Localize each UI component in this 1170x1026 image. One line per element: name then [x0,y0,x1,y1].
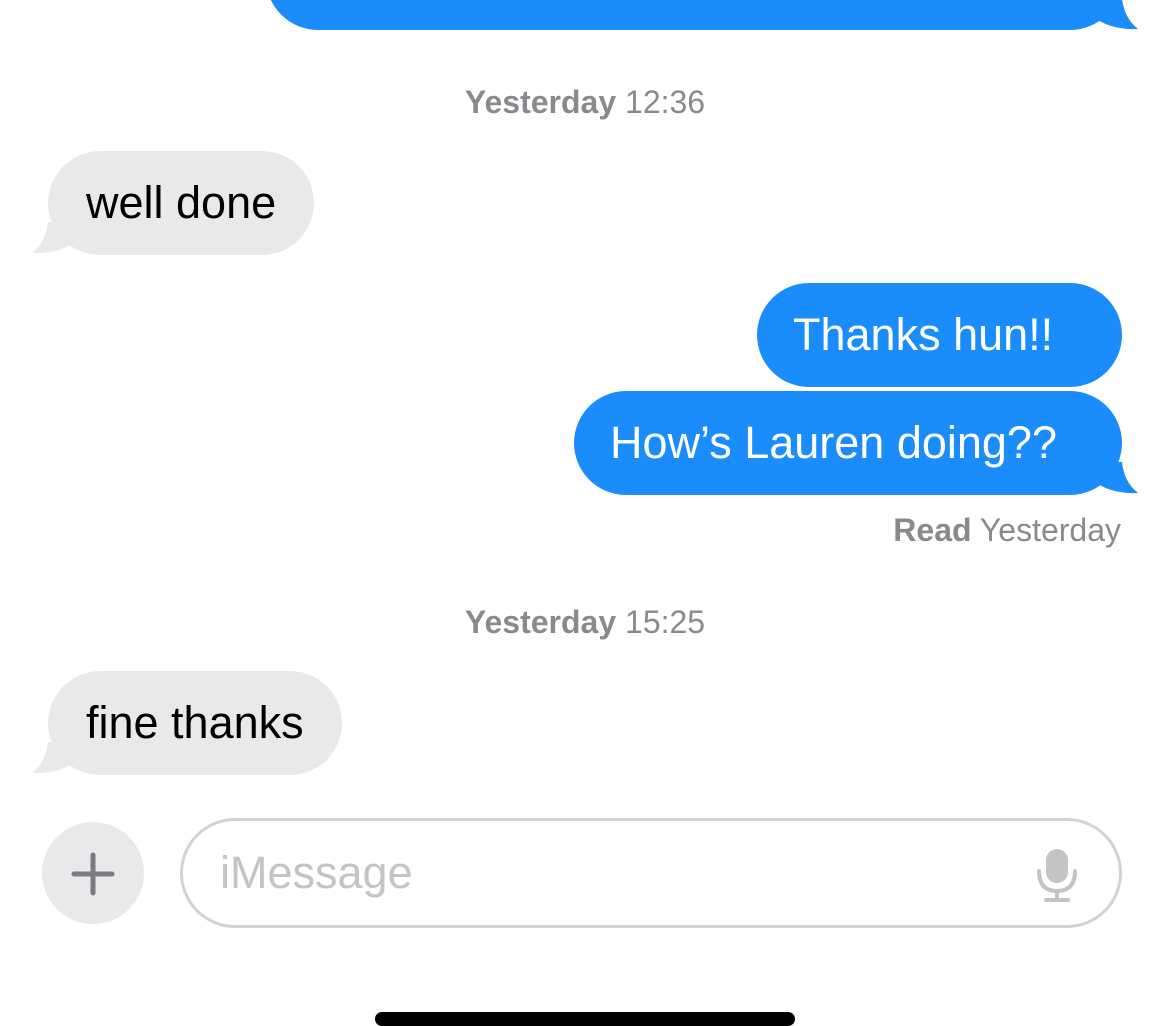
timestamp-day: Yesterday [464,84,617,120]
timestamp-day: Yesterday [464,604,617,640]
add-attachment-button[interactable] [42,822,144,924]
bubble-tail [1090,0,1138,30]
timestamp-header: Yesterday 15:25 [0,602,1170,642]
message-field[interactable] [180,818,1122,928]
message-text: fine thanks [86,697,304,748]
read-receipt-label: Read [893,512,972,548]
outgoing-message-bubble[interactable]: How’s Lauren doing?? [574,391,1122,495]
message-input[interactable] [220,821,1020,925]
outgoing-message-bubble-partial[interactable] [266,0,1122,30]
read-receipt: Read Yesterday [893,510,1121,550]
plus-icon [71,852,115,896]
timestamp-time: 12:36 [625,84,706,120]
timestamp-header: Yesterday 12:36 [0,82,1170,122]
incoming-message-bubble[interactable]: fine thanks [48,671,342,775]
message-text: How’s Lauren doing?? [610,417,1057,468]
incoming-message-bubble[interactable]: well done [48,151,315,255]
microphone-icon[interactable] [1035,847,1079,903]
home-indicator[interactable] [375,1012,795,1026]
outgoing-message-bubble[interactable]: Thanks hun!! [757,283,1122,387]
message-text: well done [86,177,277,228]
timestamp-time: 15:25 [625,604,706,640]
bubble-tail [1090,462,1138,494]
message-text: Thanks hun!! [793,309,1054,360]
read-receipt-time: Yesterday [979,512,1121,548]
